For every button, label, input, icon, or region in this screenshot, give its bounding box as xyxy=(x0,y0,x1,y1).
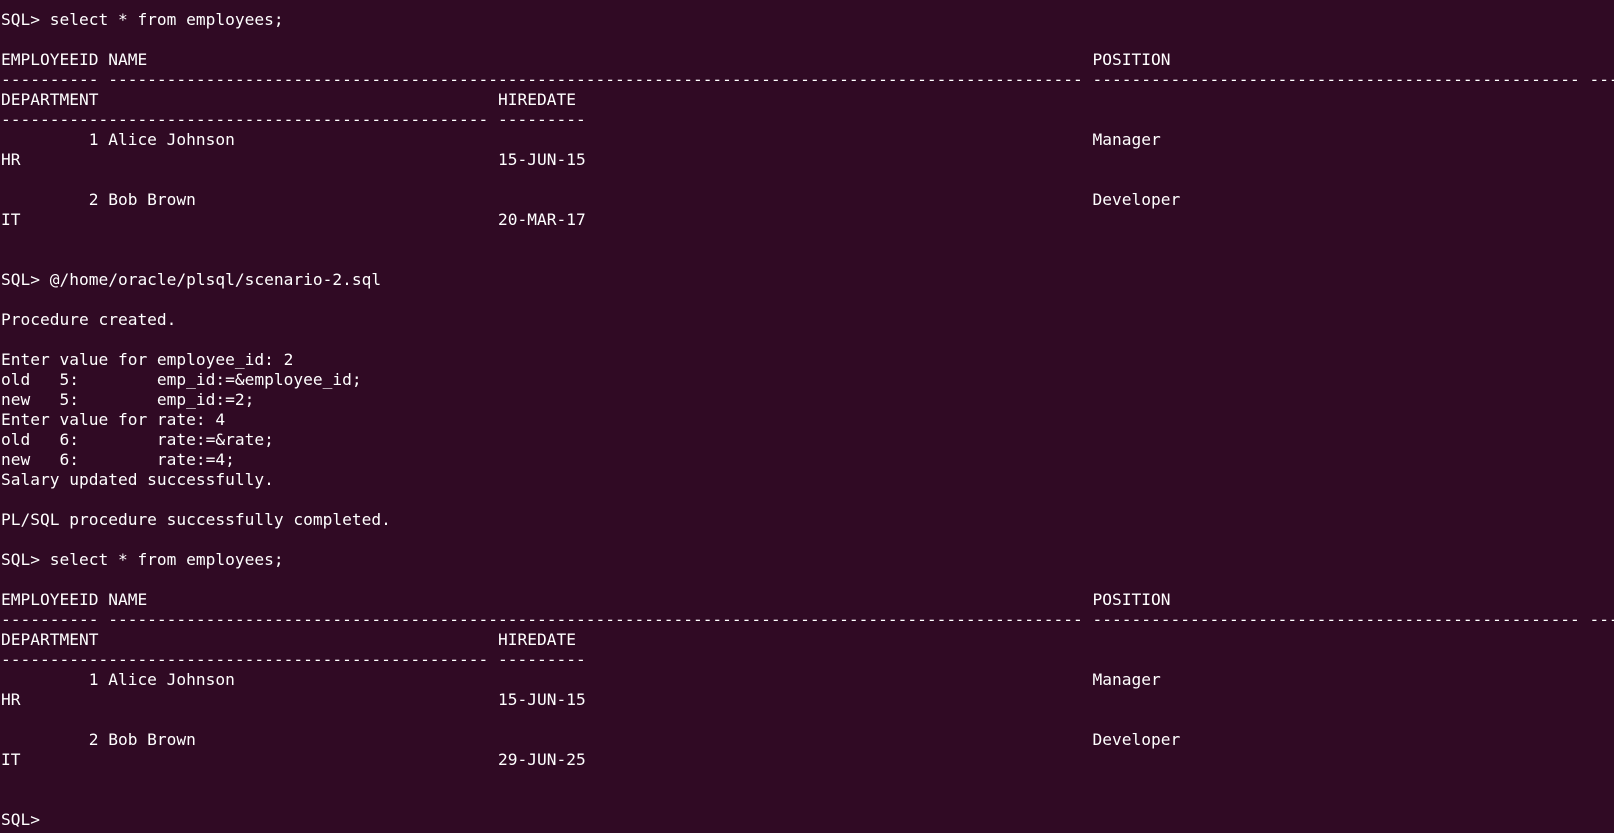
table-row: IT 29-JUN-25 xyxy=(1,750,586,769)
table-row: HR 15-JUN-15 xyxy=(1,150,586,169)
table-row: 1 Alice Johnson Manager 70000 xyxy=(1,130,1614,149)
terminal-line: PL/SQL procedure successfully completed. xyxy=(1,510,391,529)
terminal-line: SQL> @/home/oracle/plsql/scenario-2.sql xyxy=(1,270,382,289)
table-separator: ----------------------------------------… xyxy=(1,650,586,669)
terminal-line: Enter value for rate: 4 xyxy=(1,410,226,429)
terminal-line: SQL> select * from employees; xyxy=(1,10,284,29)
table-header-row: EMPLOYEEID NAME POSITION SALARY xyxy=(1,50,1614,69)
terminal-line: SQL> select * from employees; xyxy=(1,550,284,569)
table-row: IT 20-MAR-17 xyxy=(1,210,586,229)
table-separator: ---------- -----------------------------… xyxy=(1,70,1614,89)
terminal-line: Procedure created. xyxy=(1,310,177,329)
table-header-row: DEPARTMENT HIREDATE xyxy=(1,90,576,109)
table-row: HR 15-JUN-15 xyxy=(1,690,586,709)
command-prompt[interactable]: SQL> xyxy=(0,810,1614,830)
table-header-row: EMPLOYEEID NAME POSITION SALARY xyxy=(1,590,1614,609)
terminal-line: Enter value for employee_id: 2 xyxy=(1,350,294,369)
terminal-window[interactable]: SQL> select * from employees; EMPLOYEEID… xyxy=(0,0,1614,833)
text-cursor[interactable] xyxy=(50,811,59,828)
table-separator: ----------------------------------------… xyxy=(1,110,586,129)
terminal-line: Salary updated successfully. xyxy=(1,470,274,489)
terminal-line: new 6: rate:=4; xyxy=(1,450,235,469)
terminal-line: new 5: emp_id:=2; xyxy=(1,390,255,409)
terminal-line: old 5: emp_id:=&employee_id; xyxy=(1,370,362,389)
table-row: 2 Bob Brown Developer 65520 xyxy=(1,730,1614,749)
table-header-row: DEPARTMENT HIREDATE xyxy=(1,630,576,649)
table-row: 1 Alice Johnson Manager 70000 xyxy=(1,670,1614,689)
table-separator: ---------- -----------------------------… xyxy=(1,610,1614,629)
terminal-line: old 6: rate:=&rate; xyxy=(1,430,274,449)
table-row: 2 Bob Brown Developer 63000 xyxy=(1,190,1614,209)
prompt-text: SQL> xyxy=(1,810,50,829)
